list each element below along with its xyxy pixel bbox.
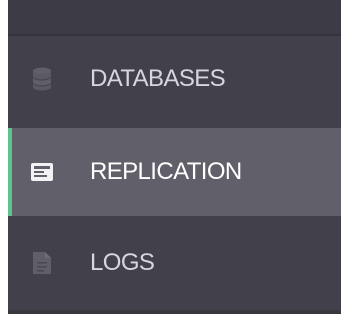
sidebar-nav: DATABASES REPLICATION LOGS [8,0,341,314]
sidebar-item-databases[interactable]: DATABASES [8,38,341,120]
sidebar-item-label: REPLICATION [90,158,242,185]
replication-icon [30,160,54,184]
active-indicator [8,128,12,216]
database-icon [30,67,54,91]
sidebar-item-label: DATABASES [90,65,226,92]
document-icon [30,251,54,275]
sidebar-top-strip [8,0,341,34]
sidebar-divider [8,34,341,36]
sidebar-divider [8,310,341,314]
sidebar-item-logs[interactable]: LOGS [8,222,341,304]
sidebar-item-label: LOGS [90,249,155,276]
sidebar-item-replication[interactable]: REPLICATION [8,128,341,216]
